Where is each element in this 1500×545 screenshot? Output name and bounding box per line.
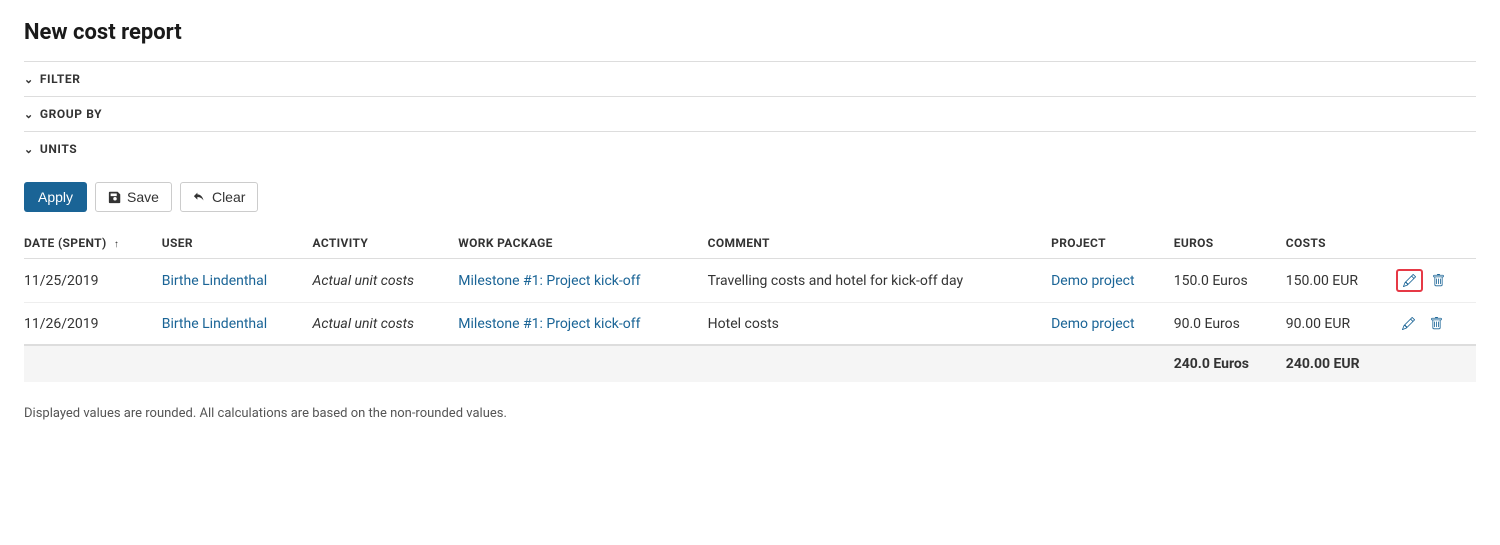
- table-row: 11/26/2019Birthe LindenthalActual unit c…: [24, 303, 1476, 346]
- filter-section: ⌄ FILTER: [24, 61, 1476, 96]
- save-icon: [108, 190, 122, 204]
- delete-button[interactable]: [1427, 271, 1450, 290]
- totals-row: 240.0 Euros 240.00 EUR: [24, 345, 1476, 382]
- toolbar: Apply Save Clear: [24, 166, 1476, 224]
- col-header-work-package: WORK PACKAGE: [458, 228, 707, 259]
- cell-activity: Actual unit costs: [313, 303, 459, 346]
- cell-work-package[interactable]: Milestone #1: Project kick-off: [458, 303, 707, 346]
- cost-report-table: DATE (SPENT) ↑ USER ACTIVITY WORK PACKAG…: [24, 228, 1476, 382]
- clear-label: Clear: [212, 189, 245, 205]
- edit-button[interactable]: [1396, 269, 1423, 292]
- pencil-icon: [1403, 274, 1416, 287]
- units-section: ⌄ UNITS: [24, 131, 1476, 166]
- units-chevron-icon: ⌄: [24, 143, 34, 156]
- cell-work-package[interactable]: Milestone #1: Project kick-off: [458, 259, 707, 303]
- cell-costs: 90.00 EUR: [1286, 303, 1396, 346]
- cell-date: 11/25/2019: [24, 259, 162, 303]
- trash-icon: [1432, 274, 1445, 287]
- col-header-activity: ACTIVITY: [313, 228, 459, 259]
- cell-user[interactable]: Birthe Lindenthal: [162, 259, 313, 303]
- delete-button[interactable]: [1425, 314, 1448, 333]
- cell-project[interactable]: Demo project: [1051, 259, 1174, 303]
- clear-button[interactable]: Clear: [180, 182, 258, 212]
- footer-note: Displayed values are rounded. All calcul…: [24, 406, 1476, 421]
- save-label: Save: [127, 189, 159, 205]
- totals-costs: 240.00 EUR: [1286, 345, 1396, 382]
- filter-chevron-icon: ⌄: [24, 73, 34, 86]
- col-header-date[interactable]: DATE (SPENT) ↑: [24, 228, 162, 259]
- cell-user[interactable]: Birthe Lindenthal: [162, 303, 313, 346]
- group-by-label: GROUP BY: [40, 107, 102, 121]
- filter-toggle[interactable]: ⌄ FILTER: [24, 72, 1476, 86]
- apply-button[interactable]: Apply: [24, 182, 87, 212]
- cell-euros: 90.0 Euros: [1174, 303, 1286, 346]
- cell-activity: Actual unit costs: [313, 259, 459, 303]
- cell-comment: Hotel costs: [708, 303, 1051, 346]
- col-header-costs: COSTS: [1286, 228, 1396, 259]
- pencil-icon: [1402, 317, 1415, 330]
- cell-comment: Travelling costs and hotel for kick-off …: [708, 259, 1051, 303]
- group-by-toggle[interactable]: ⌄ GROUP BY: [24, 107, 1476, 121]
- table-header-row: DATE (SPENT) ↑ USER ACTIVITY WORK PACKAG…: [24, 228, 1476, 259]
- page-title: New cost report: [24, 20, 1476, 45]
- totals-euros: 240.0 Euros: [1174, 345, 1286, 382]
- table-row: 11/25/2019Birthe LindenthalActual unit c…: [24, 259, 1476, 303]
- filter-label: FILTER: [40, 72, 81, 86]
- col-header-actions: [1396, 228, 1476, 259]
- save-button[interactable]: Save: [95, 182, 172, 212]
- sort-arrow-date: ↑: [114, 239, 119, 250]
- group-by-chevron-icon: ⌄: [24, 108, 34, 121]
- undo-icon: [193, 190, 207, 204]
- col-header-user: USER: [162, 228, 313, 259]
- col-header-project: PROJECT: [1051, 228, 1174, 259]
- edit-button[interactable]: [1396, 313, 1421, 334]
- col-header-comment: COMMENT: [708, 228, 1051, 259]
- group-by-section: ⌄ GROUP BY: [24, 96, 1476, 131]
- cell-actions: [1396, 303, 1476, 346]
- units-toggle[interactable]: ⌄ UNITS: [24, 142, 1476, 156]
- cell-costs: 150.00 EUR: [1286, 259, 1396, 303]
- col-header-euros: EUROS: [1174, 228, 1286, 259]
- trash-icon: [1430, 317, 1443, 330]
- cell-project[interactable]: Demo project: [1051, 303, 1174, 346]
- cell-date: 11/26/2019: [24, 303, 162, 346]
- cell-euros: 150.0 Euros: [1174, 259, 1286, 303]
- cell-actions: [1396, 259, 1476, 303]
- units-label: UNITS: [40, 142, 77, 156]
